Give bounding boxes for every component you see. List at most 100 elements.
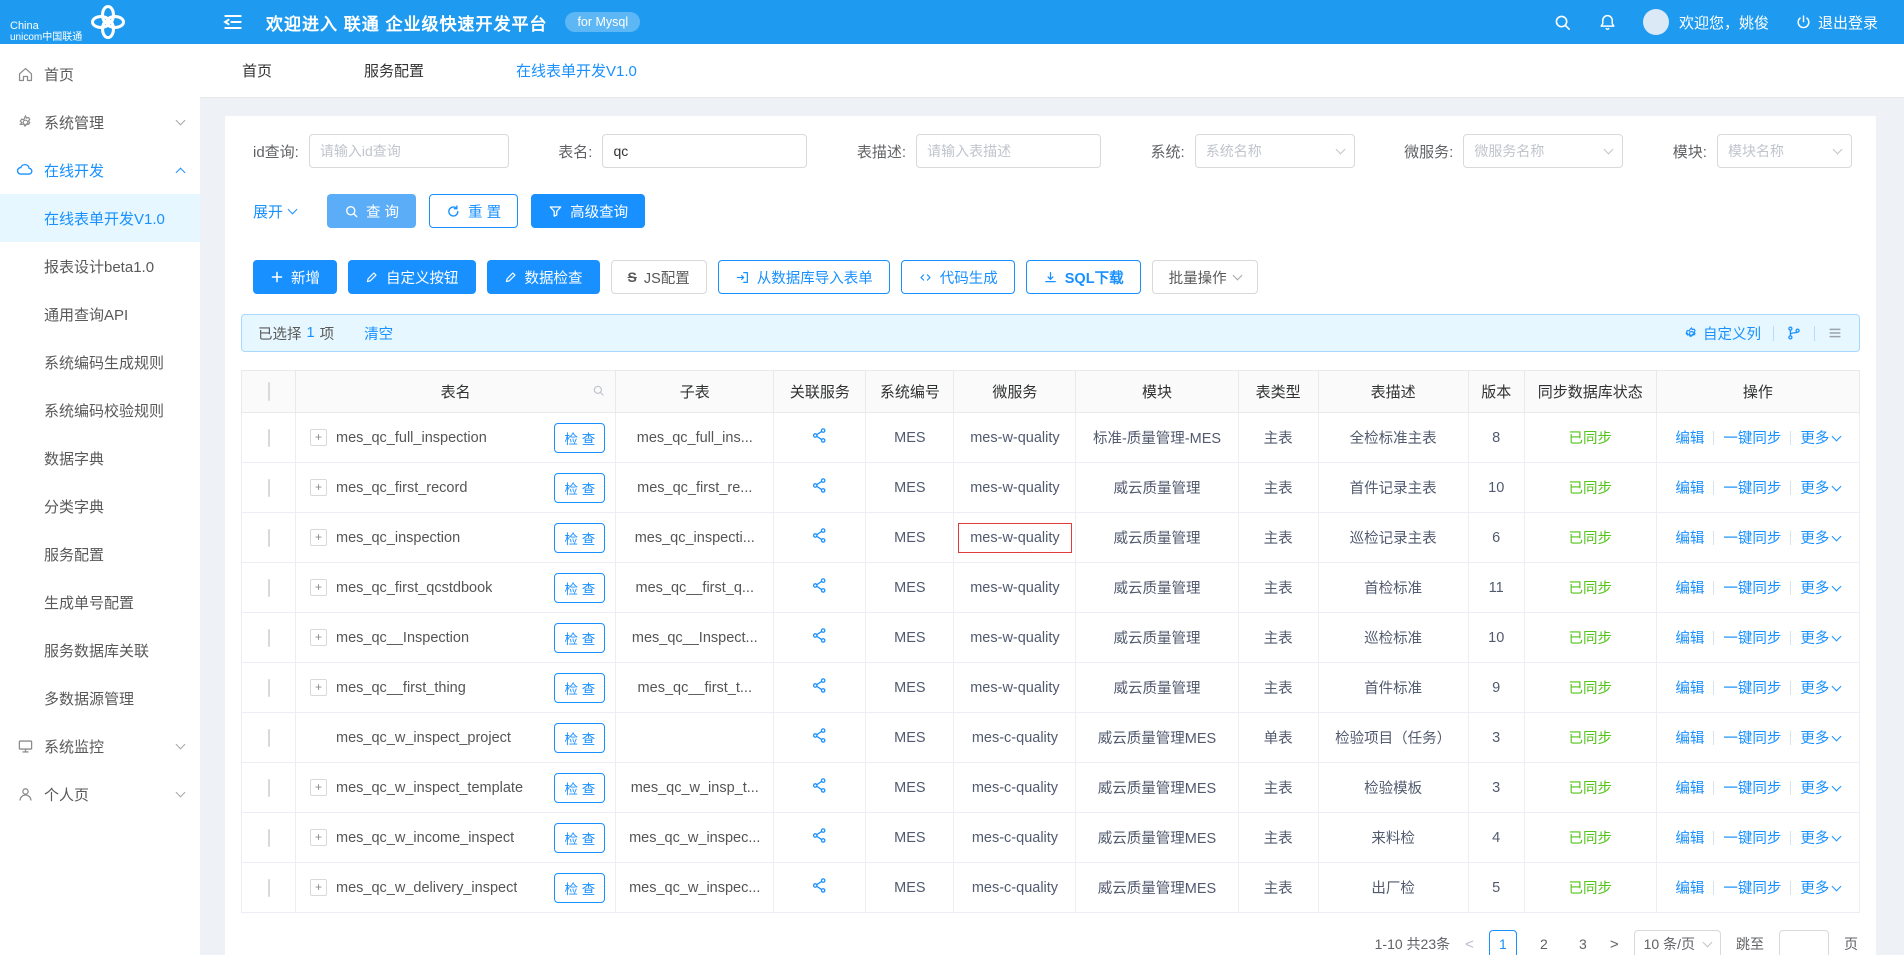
op-edit-link[interactable]: 编辑 [1675, 577, 1704, 598]
row-checkbox[interactable] [267, 428, 270, 447]
code-gen-button[interactable]: 代码生成 [900, 260, 1015, 294]
op-edit-link[interactable]: 编辑 [1675, 627, 1704, 648]
tab-3[interactable]: 在线表单开发V1.0 [516, 60, 637, 81]
op-edit-link[interactable]: 编辑 [1675, 477, 1704, 498]
row-checkbox[interactable] [267, 828, 270, 847]
row-checkbox[interactable] [267, 878, 270, 897]
clear-selection-link[interactable]: 清空 [364, 323, 393, 344]
share-icon[interactable] [811, 827, 828, 844]
expand-row-button[interactable]: + [310, 579, 328, 596]
op-one-key-sync-link[interactable]: 一键同步 [1723, 627, 1781, 648]
check-button[interactable]: 检 查 [554, 872, 606, 903]
page-size-select[interactable]: 10 条/页 [1633, 930, 1721, 955]
op-one-key-sync-link[interactable]: 一键同步 [1723, 477, 1781, 498]
expand-row-button[interactable]: + [310, 829, 328, 846]
sidebar-item-online-form-dev[interactable]: 在线表单开发V1.0 [0, 194, 200, 242]
op-one-key-sync-link[interactable]: 一键同步 [1723, 777, 1781, 798]
menu-fold-icon[interactable] [222, 11, 244, 33]
list-view-icon[interactable] [1827, 325, 1843, 341]
sidebar-item-gen-serial-config[interactable]: 生成单号配置 [0, 578, 200, 626]
op-more-link[interactable]: 更多 [1800, 477, 1842, 498]
module-select[interactable]: 模块名称 [1716, 134, 1852, 168]
op-edit-link[interactable]: 编辑 [1675, 677, 1704, 698]
expand-row-button[interactable]: + [310, 429, 328, 446]
sidebar-item-category-dictionary[interactable]: 分类字典 [0, 482, 200, 530]
search-icon[interactable] [1553, 13, 1572, 32]
share-icon[interactable] [811, 677, 828, 694]
row-checkbox[interactable] [267, 478, 270, 497]
sidebar-item-report-design[interactable]: 报表设计beta1.0 [0, 242, 200, 290]
query-button[interactable]: 查 询 [327, 194, 417, 228]
batch-ops-button[interactable]: 批量操作 [1151, 260, 1258, 294]
expand-row-button[interactable]: + [310, 629, 328, 646]
op-more-link[interactable]: 更多 [1800, 677, 1842, 698]
op-edit-link[interactable]: 编辑 [1675, 877, 1704, 898]
share-icon[interactable] [811, 527, 828, 544]
op-edit-link[interactable]: 编辑 [1675, 527, 1704, 548]
op-more-link[interactable]: 更多 [1800, 577, 1842, 598]
logout-button[interactable]: 退出登录 [1795, 12, 1878, 33]
share-icon[interactable] [811, 577, 828, 594]
expand-row-button[interactable]: + [310, 479, 328, 496]
expand-row-button[interactable]: + [310, 779, 328, 796]
sidebar-item-home[interactable]: 首页 [0, 50, 200, 98]
row-checkbox[interactable] [267, 778, 270, 797]
share-icon[interactable] [811, 877, 828, 894]
share-icon[interactable] [811, 727, 828, 744]
tab-1[interactable]: 首页 [242, 60, 272, 81]
jump-page-input[interactable] [1779, 930, 1829, 955]
sidebar-item-sys-code-gen-rules[interactable]: 系统编码生成规则 [0, 338, 200, 386]
op-more-link[interactable]: 更多 [1800, 827, 1842, 848]
import-form-from-db-button[interactable]: 从数据库导入表单 [717, 260, 890, 294]
check-button[interactable]: 检 查 [554, 622, 606, 653]
op-one-key-sync-link[interactable]: 一键同步 [1723, 577, 1781, 598]
customize-columns-button[interactable]: 自定义列 [1684, 323, 1761, 344]
avatar[interactable] [1642, 9, 1669, 35]
sql-download-button[interactable]: SQL下载 [1025, 260, 1141, 294]
reset-button[interactable]: 重 置 [429, 194, 519, 228]
row-checkbox[interactable] [267, 528, 270, 547]
js-config-button[interactable]: S JS配置 [610, 260, 707, 294]
row-checkbox[interactable] [267, 578, 270, 597]
check-button[interactable]: 检 查 [554, 672, 606, 703]
share-icon[interactable] [811, 777, 828, 794]
row-checkbox[interactable] [267, 728, 270, 747]
microservice-select[interactable]: 微服务名称 [1463, 134, 1624, 168]
bell-icon[interactable] [1598, 13, 1617, 32]
sidebar-item-online-dev[interactable]: 在线开发 [0, 146, 200, 194]
select-all-checkbox[interactable] [267, 382, 270, 401]
op-one-key-sync-link[interactable]: 一键同步 [1723, 727, 1781, 748]
check-button[interactable]: 检 查 [554, 472, 606, 503]
user-menu[interactable]: 欢迎您，姚俊 [1642, 9, 1769, 35]
branch-icon[interactable] [1786, 325, 1802, 341]
sidebar-item-data-dictionary[interactable]: 数据字典 [0, 434, 200, 482]
sidebar-item-personal-page[interactable]: 个人页 [0, 770, 200, 818]
prev-page-button[interactable]: < [1465, 936, 1474, 953]
op-one-key-sync-link[interactable]: 一键同步 [1723, 527, 1781, 548]
sidebar-item-service-config[interactable]: 服务配置 [0, 530, 200, 578]
add-button[interactable]: 新增 [253, 260, 337, 294]
op-more-link[interactable]: 更多 [1800, 527, 1842, 548]
row-checkbox[interactable] [267, 678, 270, 697]
next-page-button[interactable]: > [1610, 936, 1619, 953]
data-check-button[interactable]: 数据检查 [486, 260, 600, 294]
advanced-query-button[interactable]: 高级查询 [531, 194, 646, 228]
row-checkbox[interactable] [267, 628, 270, 647]
sidebar-item-system-monitor[interactable]: 系统监控 [0, 722, 200, 770]
tab-2[interactable]: 服务配置 [364, 60, 424, 81]
op-one-key-sync-link[interactable]: 一键同步 [1723, 827, 1781, 848]
id-query-input[interactable] [308, 134, 509, 168]
check-button[interactable]: 检 查 [554, 822, 606, 853]
sidebar-item-multi-datasource[interactable]: 多数据源管理 [0, 674, 200, 722]
check-button[interactable]: 检 查 [554, 572, 606, 603]
sidebar-item-service-db-relation[interactable]: 服务数据库关联 [0, 626, 200, 674]
share-icon[interactable] [811, 627, 828, 644]
op-more-link[interactable]: 更多 [1800, 777, 1842, 798]
op-edit-link[interactable]: 编辑 [1675, 427, 1704, 448]
op-more-link[interactable]: 更多 [1800, 727, 1842, 748]
op-edit-link[interactable]: 编辑 [1675, 827, 1704, 848]
op-one-key-sync-link[interactable]: 一键同步 [1723, 427, 1781, 448]
op-more-link[interactable]: 更多 [1800, 877, 1842, 898]
expand-row-button[interactable]: + [310, 679, 328, 696]
expand-toggle[interactable]: 展开 [253, 201, 298, 222]
